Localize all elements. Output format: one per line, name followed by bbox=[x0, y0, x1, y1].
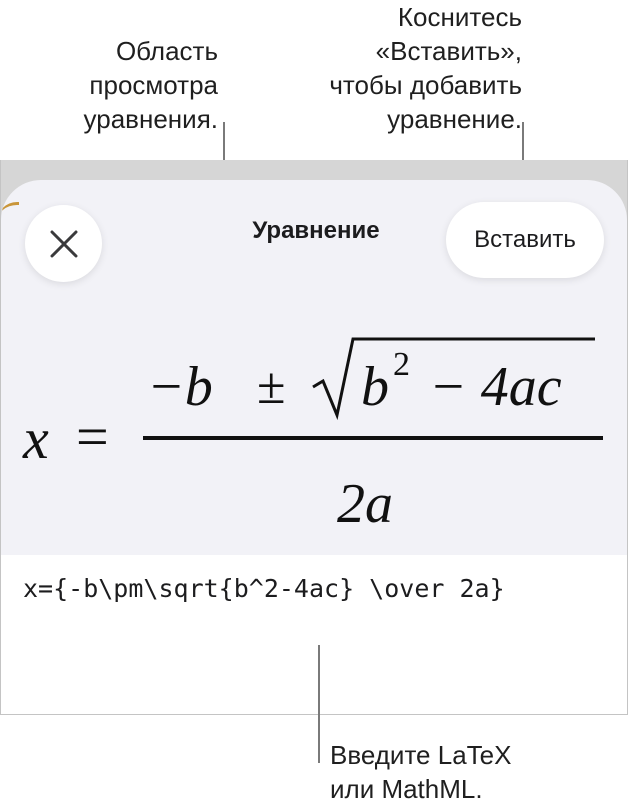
device-screen: Уравнение Вставить x = −b ± b 2 − 4ac 2a… bbox=[0, 160, 628, 715]
equation-denominator: 2a bbox=[337, 473, 393, 535]
fraction-bar bbox=[143, 436, 603, 440]
callout-preview-area: Область просмотра уравнения. bbox=[83, 36, 218, 134]
callout-input-area: Введите LaTeX или MathML. bbox=[330, 740, 512, 804]
equation-lhs: x bbox=[22, 406, 49, 471]
callout-insert-button: Коснитесь «Вставить», чтобы добавить ура… bbox=[329, 2, 522, 134]
close-button[interactable] bbox=[25, 205, 102, 282]
sheet-edge-accent bbox=[1, 202, 19, 225]
equation-exponent: 2 bbox=[393, 346, 410, 383]
latex-input-field[interactable]: x={-b\pm\sqrt{b^2-4ac} \over 2a} bbox=[23, 573, 505, 605]
equation-plus-minus: ± bbox=[257, 358, 286, 415]
equation-equals: = bbox=[76, 404, 109, 469]
insert-button[interactable]: Вставить bbox=[446, 202, 604, 278]
equation-render: x = −b ± b 2 − 4ac 2a bbox=[22, 337, 603, 535]
latex-input-area[interactable]: x={-b\pm\sqrt{b^2-4ac} \over 2a} bbox=[1, 555, 627, 714]
close-icon bbox=[50, 230, 77, 257]
equation-radicand-b: b bbox=[361, 356, 389, 418]
equation-preview: x = −b ± b 2 − 4ac 2a bbox=[1, 295, 627, 555]
sheet-title: Уравнение bbox=[252, 217, 380, 244]
leader-line-input bbox=[318, 645, 320, 763]
equation-sheet: Уравнение Вставить x = −b ± b 2 − 4ac 2a… bbox=[1, 180, 627, 714]
equation-minus-b: −b bbox=[147, 356, 213, 418]
equation-radicand-rest: − 4ac bbox=[429, 356, 562, 418]
